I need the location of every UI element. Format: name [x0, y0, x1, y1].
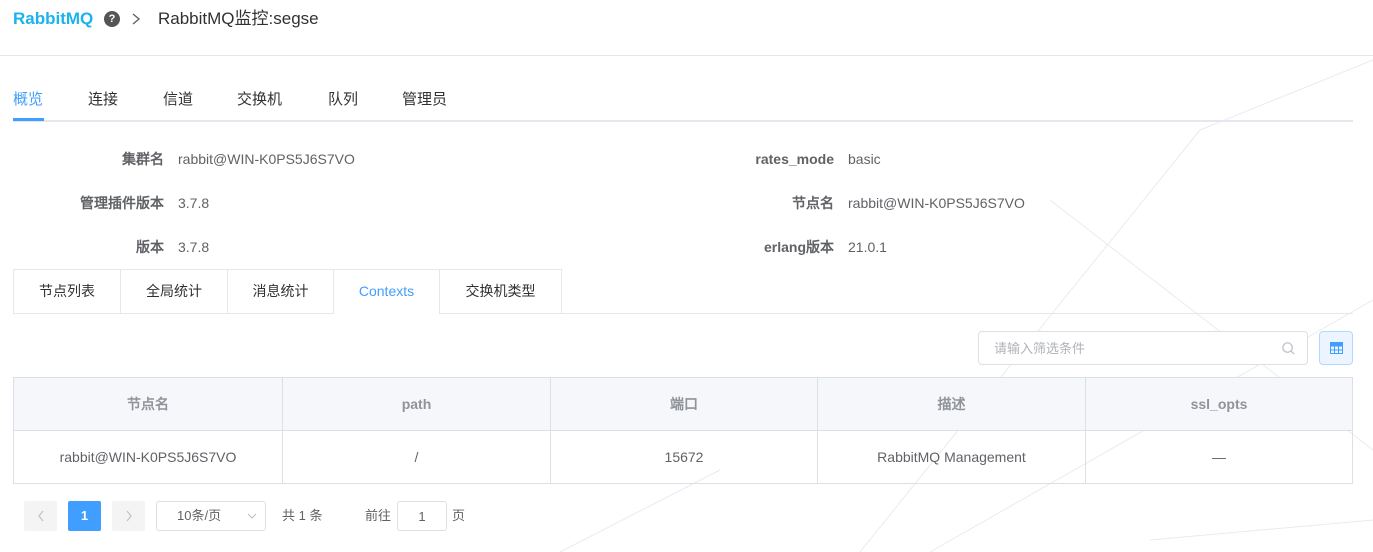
tab-overview[interactable]: 概览: [13, 89, 43, 111]
tab-exchanges[interactable]: 交换机: [237, 89, 282, 111]
column-header-node-name[interactable]: 节点名: [14, 378, 283, 430]
chevron-right-icon: [125, 510, 132, 522]
cell-description: RabbitMQ Management: [818, 431, 1086, 483]
column-header-description[interactable]: 描述: [818, 378, 1086, 430]
contexts-table: 节点名 path 端口 描述 ssl_opts rabbit@WIN-K0PS5…: [13, 377, 1353, 484]
breadcrumb-separator-icon: [131, 9, 141, 34]
table-row[interactable]: rabbit@WIN-K0PS5J6S7VO / 15672 RabbitMQ …: [14, 431, 1352, 483]
subtab-global-stats[interactable]: 全局统计: [120, 269, 227, 314]
main-tabs: 概览 连接 信道 交换机 队列 管理员: [13, 80, 1353, 122]
tab-connections[interactable]: 连接: [88, 89, 118, 111]
cell-path: /: [283, 431, 551, 483]
info-value-node-name: rabbit@WIN-K0PS5J6S7VO: [848, 195, 1025, 211]
info-label-mgmt-version: 管理插件版本: [80, 195, 164, 211]
chevron-left-icon: [37, 510, 44, 522]
tab-channels[interactable]: 信道: [163, 89, 193, 111]
sub-tabs: 节点列表 全局统计 消息统计 Contexts 交换机类型: [13, 269, 1353, 314]
prev-page-button[interactable]: [24, 501, 57, 531]
info-value-cluster-name: rabbit@WIN-K0PS5J6S7VO: [178, 151, 355, 167]
info-label-rates-mode: rates_mode: [755, 151, 834, 167]
cell-port: 15672: [551, 431, 818, 483]
table-toggle-button[interactable]: [1319, 331, 1353, 365]
column-header-path[interactable]: path: [283, 378, 551, 430]
tab-admin[interactable]: 管理员: [402, 89, 447, 111]
page-size-select[interactable]: 10条/页: [156, 501, 266, 531]
filter-search-box: [978, 331, 1308, 365]
page-number-current[interactable]: 1: [68, 501, 101, 531]
top-header: RabbitMQ ? RabbitMQ监控:segse: [0, 0, 1373, 56]
pagination-goto-input[interactable]: [397, 501, 447, 531]
search-icon[interactable]: [1281, 341, 1296, 356]
table-grid-icon: [1330, 342, 1343, 354]
column-header-ssl-opts[interactable]: ssl_opts: [1086, 378, 1352, 430]
page: RabbitMQ ? RabbitMQ监控:segse 概览 连接 信道 交换机…: [0, 0, 1373, 552]
table-header-row: 节点名 path 端口 描述 ssl_opts: [14, 378, 1352, 431]
info-value-erlang-version: 21.0.1: [848, 239, 887, 255]
pagination-total: 共 1 条: [282, 508, 323, 523]
chevron-down-icon: [247, 513, 257, 519]
info-label-version: 版本: [136, 239, 164, 255]
brand-logo[interactable]: RabbitMQ: [13, 9, 93, 29]
pagination-goto-label: 前往: [365, 508, 392, 523]
subtab-exchange-types[interactable]: 交换机类型: [439, 269, 562, 314]
column-header-port[interactable]: 端口: [551, 378, 818, 430]
page-size-value: 10条/页: [177, 508, 222, 523]
page-title: RabbitMQ监控:segse: [158, 9, 319, 28]
info-label-node-name: 节点名: [792, 195, 834, 211]
next-page-button[interactable]: [112, 501, 145, 531]
subtab-node-list[interactable]: 节点列表: [13, 269, 120, 314]
active-tab-indicator: [13, 118, 44, 121]
cell-ssl-opts: —: [1212, 449, 1226, 465]
question-circle-icon[interactable]: ?: [104, 11, 120, 27]
info-value-mgmt-version: 3.7.8: [178, 195, 210, 211]
subtab-message-stats[interactable]: 消息统计: [227, 269, 333, 314]
info-label-cluster-name: 集群名: [122, 151, 164, 167]
subtab-contexts[interactable]: Contexts: [333, 269, 439, 314]
info-label-erlang-version: erlang版本: [763, 239, 834, 255]
filter-search-input[interactable]: [979, 332, 1269, 364]
pagination-goto-suffix: 页: [452, 508, 466, 523]
info-value-rates-mode: basic: [848, 151, 881, 167]
tab-queues[interactable]: 队列: [328, 89, 358, 111]
cell-node-name: rabbit@WIN-K0PS5J6S7VO: [14, 431, 283, 483]
info-value-version: 3.7.8: [178, 239, 210, 255]
